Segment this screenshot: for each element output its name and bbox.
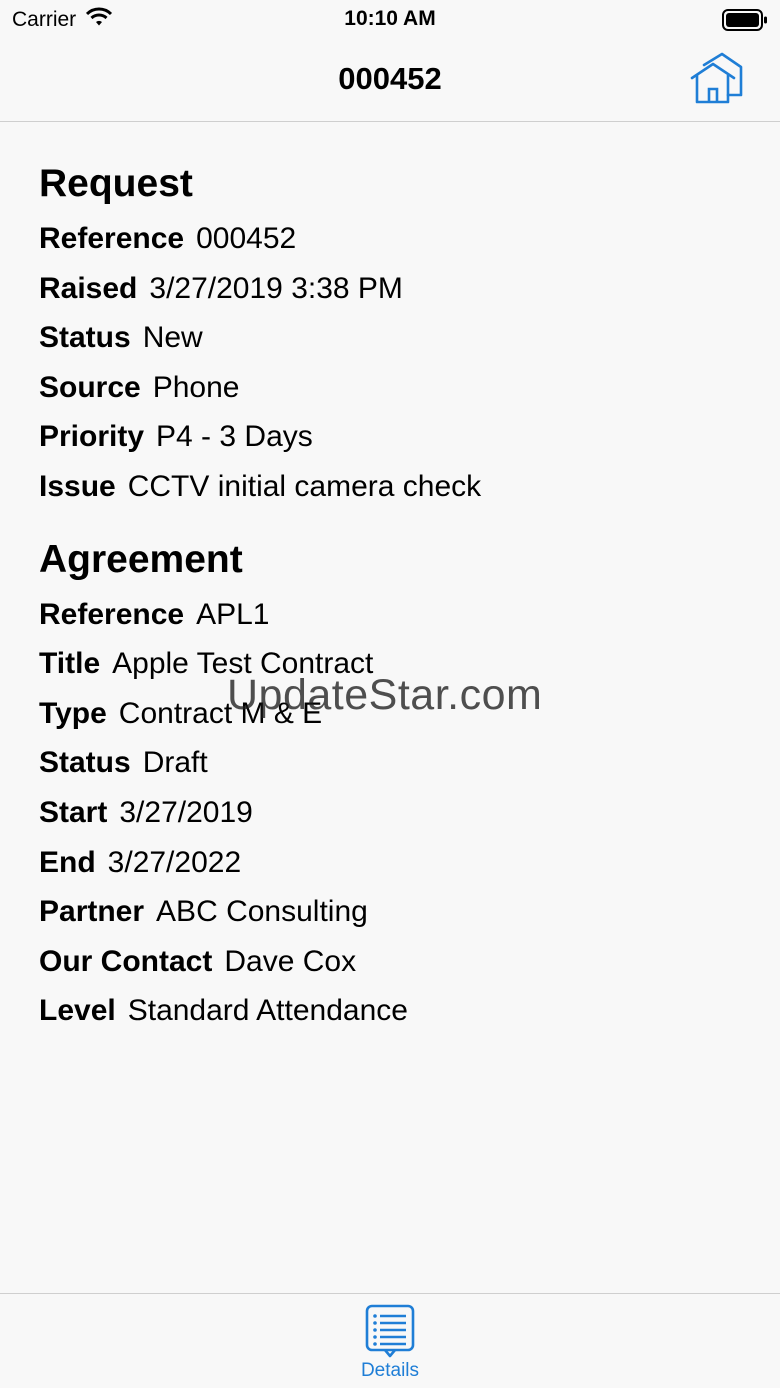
field-label: Level (39, 994, 116, 1028)
field-label: Our Contact (39, 944, 213, 978)
agreement-row-level: Level Standard Attendance (39, 986, 739, 1036)
status-time: 10:10 AM (344, 7, 436, 30)
agreement-row-our-contact: Our Contact Dave Cox (39, 937, 739, 987)
field-label: End (39, 845, 96, 879)
field-value: New (142, 321, 203, 355)
field-label: Issue (39, 469, 116, 503)
tab-bar: Details (0, 1293, 780, 1388)
field-label: Priority (39, 420, 145, 454)
field-label: Status (39, 321, 131, 355)
field-label: Raised (39, 271, 138, 305)
home-icon (690, 52, 743, 104)
field-value: Standard Attendance (127, 994, 408, 1028)
request-row-priority: Priority P4 - 3 Days (39, 412, 739, 462)
field-value: Phone (152, 370, 240, 404)
navigation-bar: 000452 (0, 40, 780, 122)
tab-details[interactable]: Details (340, 1304, 440, 1384)
field-value: 000452 (196, 222, 297, 255)
field-label: Start (39, 795, 108, 829)
battery-icon (722, 9, 768, 36)
agreement-row-reference: Reference APL1 (39, 590, 739, 640)
agreement-row-partner: Partner ABC Consulting (39, 887, 739, 937)
field-label: Type (39, 696, 107, 730)
field-value: APL1 (196, 597, 270, 631)
field-value: ABC Consulting (156, 895, 368, 929)
field-value: CCTV initial camera check (127, 469, 482, 503)
field-label: Source (39, 370, 141, 404)
status-bar: Carrier 10:10 AM (0, 0, 780, 40)
agreement-heading: Agreement (39, 537, 243, 581)
field-label: Partner (39, 895, 145, 929)
details-content: Request Reference 000452 Raised 3/27/2019 … (39, 160, 739, 1036)
field-value: 3/27/2019 (119, 795, 253, 829)
list-icon (365, 1304, 415, 1358)
field-value: Draft (142, 746, 208, 780)
field-label: Reference (39, 597, 185, 631)
field-value: Dave Cox (224, 944, 357, 978)
field-value: 3/27/2022 (107, 845, 242, 879)
tab-details-label: Details (360, 1360, 420, 1381)
request-row-reference: Reference 000452 (39, 214, 739, 264)
field-label: Reference (39, 222, 185, 255)
page-title: 000452 (338, 61, 442, 96)
home-button[interactable] (688, 51, 744, 107)
field-label: Status (39, 746, 131, 780)
field-value: P4 - 3 Days (156, 420, 313, 454)
request-row-raised: Raised 3/27/2019 3:38 PM (39, 264, 739, 314)
agreement-row-end: End 3/27/2022 (39, 838, 739, 888)
request-section: Reference 000452 Raised 3/27/2019 3:38 PM … (39, 214, 739, 512)
request-row-issue: Issue CCTV initial camera check (39, 462, 739, 512)
watermark: UpdateStar.com (227, 671, 543, 719)
request-heading: Request (39, 162, 193, 205)
field-label: Title (39, 647, 101, 681)
field-value: 3/27/2019 3:38 PM (149, 271, 403, 305)
agreement-row-status: Status Draft (39, 738, 739, 788)
request-row-source: Source Phone (39, 363, 739, 413)
agreement-section: Reference APL1 Title Apple Test Contract T… (39, 590, 739, 1036)
request-row-status: Status New (39, 313, 739, 363)
agreement-row-start: Start 3/27/2019 (39, 788, 739, 838)
